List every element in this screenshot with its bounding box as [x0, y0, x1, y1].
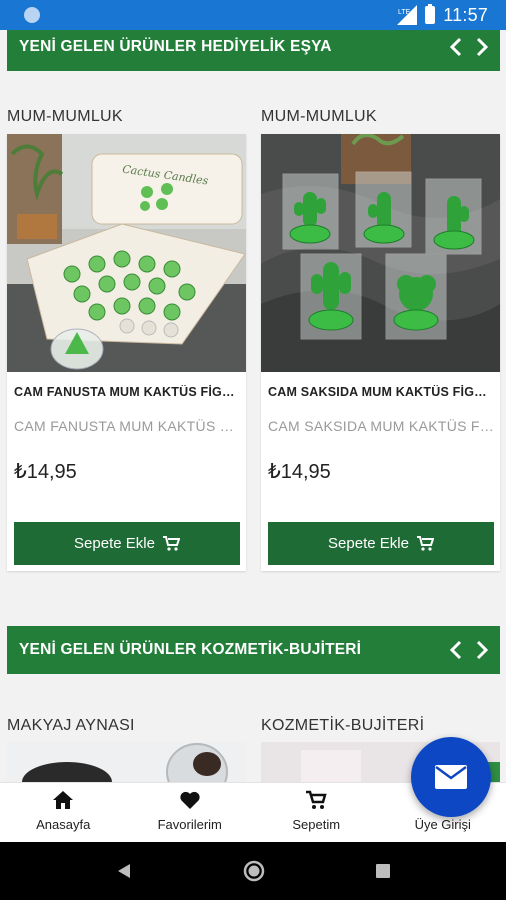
product-card[interactable] [7, 742, 246, 786]
lte-signal-icon: LTE [397, 5, 418, 25]
battery-icon [425, 4, 436, 24]
chevron-right-icon[interactable] [474, 638, 490, 662]
chevron-left-icon[interactable] [448, 35, 464, 59]
system-navigation-bar [0, 842, 506, 900]
product-category: MAKYAJ AYNASI [7, 717, 135, 734]
chevron-left-icon[interactable] [448, 638, 464, 662]
heart-icon [180, 791, 200, 809]
back-icon[interactable] [115, 862, 133, 880]
chevron-right-icon[interactable] [474, 35, 490, 59]
product-image[interactable]: Cactus Candles [7, 134, 246, 372]
cart-icon [416, 536, 434, 551]
section-title: YENİ GELEN ÜRÜNLER HEDİYELİK EŞYA [19, 38, 332, 55]
nav-item-home[interactable]: Anasayfa [0, 783, 127, 842]
product-price: ₺14,95 [268, 461, 331, 483]
section-header-hediyelik: YENİ GELEN ÜRÜNLER HEDİYELİK EŞYA [7, 30, 500, 71]
clock: 11:57 [443, 4, 488, 25]
notification-dot-icon [24, 7, 40, 23]
section-title: YENİ GELEN ÜRÜNLER KOZMETİK-BUJİTERİ [19, 641, 362, 658]
home-icon [53, 791, 74, 809]
nav-label: Üye Girişi [414, 817, 471, 832]
svg-text:LTE: LTE [398, 9, 411, 16]
cart-icon [306, 790, 327, 809]
add-to-cart-label: Sepete Ekle [74, 535, 155, 552]
product-image[interactable] [7, 742, 246, 786]
product-category: MUM-MUMLUK [7, 108, 123, 125]
product-card[interactable]: CAM SAKSIDA MUM KAKTÜS FİGÜRLÜ CAM SAKSI… [261, 134, 500, 571]
add-to-cart-label: Sepete Ekle [328, 535, 409, 552]
product-price: ₺14,95 [14, 461, 77, 483]
product-name[interactable]: CAM SAKSIDA MUM KAKTÜS FİGÜRLÜ [268, 385, 494, 399]
add-to-cart-button[interactable]: Sepete Ekle [268, 522, 494, 565]
product-image[interactable] [261, 134, 500, 372]
product-feed[interactable]: YENİ GELEN ÜRÜNLER HEDİYELİK EŞYA MUM-MU… [0, 30, 506, 842]
recents-icon[interactable] [375, 863, 391, 879]
add-to-cart-button[interactable]: Sepete Ekle [14, 522, 240, 565]
product-card[interactable]: Cactus Candles CAM FANUSTA MUM KAKTÜS Fİ… [7, 134, 246, 571]
product-name[interactable]: CAM FANUSTA MUM KAKTÜS FİGÜRLÜ [14, 385, 240, 399]
product-description: CAM FANUSTA MUM KAKTÜS FİGÜRLÜ [14, 418, 240, 434]
product-category: MUM-MUMLUK [261, 108, 377, 125]
status-bar: LTE 11:57 [0, 0, 506, 30]
home-circle-icon[interactable] [243, 860, 265, 882]
status-icons: LTE 11:57 [397, 4, 488, 26]
contact-mail-button[interactable] [411, 737, 491, 817]
nav-label: Anasayfa [36, 817, 91, 832]
nav-item-cart[interactable]: Sepetim [253, 783, 380, 842]
nav-label: Favorilerim [157, 817, 222, 832]
mail-icon [435, 765, 467, 789]
nav-label: Sepetim [292, 817, 341, 832]
product-category: KOZMETİK-BUJİTERİ [261, 717, 425, 734]
section-header-kozmetik: YENİ GELEN ÜRÜNLER KOZMETİK-BUJİTERİ [7, 626, 500, 674]
cart-icon [162, 536, 180, 551]
nav-item-favorites[interactable]: Favorilerim [127, 783, 254, 842]
product-description: CAM SAKSIDA MUM KAKTÜS FİGÜRLÜ [268, 418, 494, 434]
